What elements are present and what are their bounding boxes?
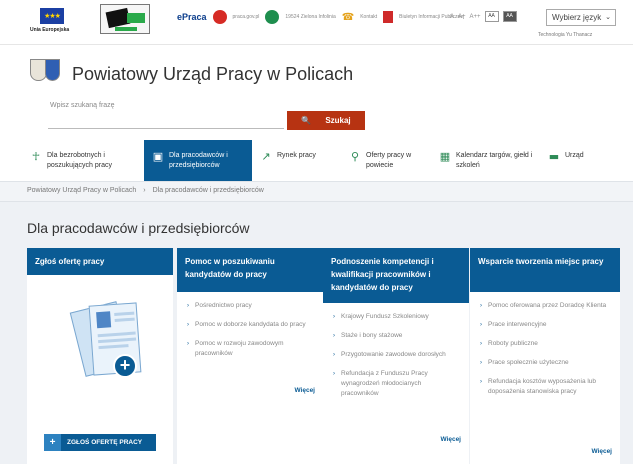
- eu-flag-logo[interactable]: ★★★: [40, 8, 64, 24]
- search-button[interactable]: 🔍 Szukaj: [287, 111, 365, 130]
- contrast-normal-button[interactable]: AA: [484, 11, 499, 22]
- praca-gov-link[interactable]: praca.gov.pl: [233, 14, 260, 20]
- bip-icon[interactable]: [383, 11, 394, 23]
- chevron-right-icon: ›: [143, 187, 146, 194]
- header: Powiatowy Urząd Pracy w Policach Wpisz s…: [0, 44, 633, 191]
- card-zglos-oferte: Zgłoś ofertę pracy + + ZGŁOŚ OFERTĘ PRAC…: [27, 248, 173, 464]
- font-size-large[interactable]: A+: [458, 14, 466, 20]
- search-label: Wpisz szukaną frazę: [50, 102, 115, 109]
- chevron-right-icon: ›: [333, 314, 335, 320]
- plus-icon: +: [113, 354, 137, 378]
- search-button-label: Szukaj: [325, 116, 351, 125]
- infolinia-link[interactable]: 19524 Zielona Infolinia: [285, 14, 335, 20]
- phone-icon[interactable]: ☎: [342, 12, 354, 23]
- search-icon: 🔍: [301, 116, 312, 125]
- list-item[interactable]: › Prace społecznie użyteczne: [480, 358, 610, 368]
- chevron-right-icon: ›: [187, 303, 189, 309]
- breadcrumb-home-link[interactable]: Powiatowy Urząd Pracy w Policach: [27, 187, 136, 194]
- person-icon: ☥: [31, 150, 41, 163]
- card-wsparcie-tworzenia: Wsparcie tworzenia miejsc pracy › Pomoc o…: [470, 248, 620, 464]
- chevron-right-icon: ›: [480, 322, 482, 328]
- praca-gov-icon[interactable]: [212, 10, 227, 24]
- list-item[interactable]: › Refundacja z Funduszu Pracy wynagrodzeń…: [333, 369, 459, 399]
- card-link-list: › Pomoc oferowana przez Doradcę Klienta ›…: [470, 292, 620, 397]
- font-size-xlarge[interactable]: A++: [470, 14, 481, 20]
- list-item[interactable]: › Staże i bony stażowe: [333, 331, 459, 341]
- card-link-list: › Krajowy Fundusz Szkoleniowy › Staże i bo…: [323, 303, 469, 399]
- more-link[interactable]: Więcej: [440, 436, 461, 443]
- kontakt-link[interactable]: Kontakt: [360, 14, 377, 20]
- list-item[interactable]: › Pośrednictwo pracy: [187, 301, 313, 311]
- eu-label: Unia Europejska: [30, 27, 70, 33]
- page-title: Dla pracodawców i przedsiębiorców: [27, 220, 250, 236]
- card-pomoc-w-poszukiwaniu: Pomoc w poszukiwaniu kandydatów do pracy…: [177, 248, 323, 464]
- list-item[interactable]: › Prace interwencyjne: [480, 320, 610, 330]
- breadcrumb: Powiatowy Urząd Pracy w Policach › Dla p…: [0, 181, 633, 202]
- chevron-right-icon: ›: [480, 341, 482, 347]
- card-title[interactable]: Podnoszenie kompetencji i kwalifikacji p…: [323, 248, 469, 303]
- card-link-list: › Pośrednictwo pracy › Pomoc w doborze kan…: [177, 292, 323, 359]
- plus-icon: +: [44, 434, 61, 451]
- program-logo[interactable]: [100, 4, 150, 34]
- more-link[interactable]: Więcej: [591, 448, 612, 455]
- list-item[interactable]: › Pomoc w doborze kandydata do pracy: [187, 320, 313, 330]
- search-input[interactable]: [48, 113, 284, 129]
- chart-icon: ↗: [261, 150, 271, 163]
- calendar-icon: ▦: [439, 150, 451, 163]
- zglos-oferte-button-label: ZGŁOŚ OFERTĘ PRACY: [67, 439, 143, 446]
- office-icon: ▬: [548, 150, 560, 163]
- nav-item-label: Kalendarz targów, giełd i szkoleń: [456, 152, 533, 169]
- nav-item-label: Dla pracodawców i przedsiębiorców: [169, 152, 228, 169]
- epraca-link[interactable]: ePraca: [177, 12, 207, 22]
- font-size-normal[interactable]: A: [450, 14, 454, 20]
- top-links: ePraca praca.gov.pl 19524 Zielona Infoli…: [177, 9, 464, 25]
- chevron-right-icon: ›: [333, 371, 335, 377]
- nav-item-label: Rynek pracy: [277, 152, 316, 159]
- site-title[interactable]: Powiatowy Urząd Pracy w Policach: [72, 64, 353, 85]
- nav-item-label: Oferty pracy w powiecie: [366, 152, 412, 169]
- chevron-right-icon: ›: [333, 333, 335, 339]
- card-title[interactable]: Pomoc w poszukiwaniu kandydatów do pracy: [177, 248, 323, 292]
- card-podnoszenie-kompetencji: Podnoszenie kompetencji i kwalifikacji p…: [323, 248, 469, 464]
- language-select-value: Wybierz język: [552, 13, 602, 22]
- nav-item-label: Dla bezrobotnych i poszukujących pracy: [47, 152, 112, 169]
- breadcrumb-current: Dla pracodawców i przedsiębiorców: [152, 187, 264, 194]
- font-size-controls: A A+ A++ AA AA: [450, 11, 517, 22]
- list-item[interactable]: › Roboty publiczne: [480, 339, 610, 349]
- chevron-down-icon: ⌄: [605, 14, 611, 21]
- card-title[interactable]: Wsparcie tworzenia miejsc pracy: [470, 248, 620, 292]
- more-link[interactable]: Więcej: [294, 387, 315, 394]
- zglos-oferte-button[interactable]: + ZGŁOŚ OFERTĘ PRACY: [44, 434, 156, 451]
- tech-text: Technologia Yu Thanacz: [538, 32, 593, 38]
- chevron-right-icon: ›: [187, 322, 189, 328]
- infolinia-icon[interactable]: [265, 10, 280, 24]
- chevron-right-icon: ›: [187, 341, 189, 347]
- chevron-right-icon: ›: [480, 360, 482, 366]
- search-icon: ⚲: [350, 150, 360, 163]
- briefcase-icon: ▣: [152, 150, 164, 163]
- top-bar: ★★★ Unia Europejska ePraca praca.gov.pl …: [0, 0, 633, 44]
- chevron-right-icon: ›: [480, 379, 482, 385]
- nav-item-label: Urząd: [565, 152, 584, 159]
- chevron-right-icon: ›: [480, 303, 482, 309]
- language-select[interactable]: Wybierz język ⌄: [546, 9, 616, 26]
- crest-logo[interactable]: [30, 59, 60, 89]
- list-item[interactable]: › Pomoc w rozwoju zawodowym pracowników: [187, 339, 313, 359]
- list-item[interactable]: › Pomoc oferowana przez Doradcę Klienta: [480, 301, 610, 311]
- list-item[interactable]: › Krajowy Fundusz Szkoleniowy: [333, 312, 459, 322]
- list-item[interactable]: › Refundacja kosztów wyposażenia lub dopo…: [480, 377, 610, 397]
- chevron-right-icon: ›: [333, 352, 335, 358]
- contrast-high-button[interactable]: AA: [502, 11, 517, 22]
- card-title[interactable]: Zgłoś ofertę pracy: [27, 248, 173, 275]
- list-item[interactable]: › Przygotowanie zawodowe dorosłych: [333, 350, 459, 360]
- document-illustration: +: [69, 296, 147, 401]
